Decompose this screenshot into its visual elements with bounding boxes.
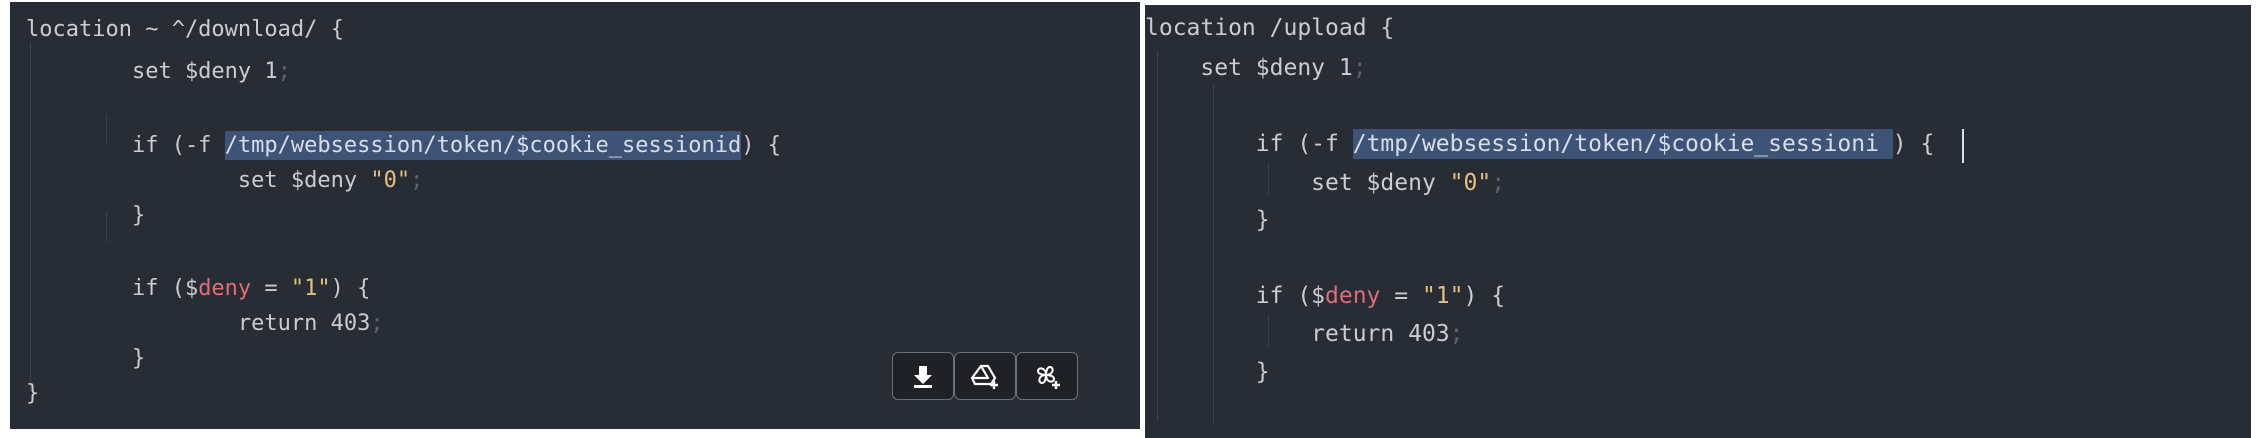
add-to-drive-button[interactable] xyxy=(954,352,1016,400)
code-line: return 403; xyxy=(1145,321,1464,347)
code-text: } xyxy=(26,346,146,371)
code-line: if (-f /tmp/websession/token/$cookie_ses… xyxy=(1145,129,1935,159)
drive-plus-icon xyxy=(970,364,998,389)
code-text: = xyxy=(1380,283,1422,309)
code-line: return 403; xyxy=(26,313,384,335)
code-text: location /upload { xyxy=(1145,15,1395,41)
code-text: ) { xyxy=(1463,283,1506,309)
add-to-photos-button[interactable] xyxy=(1016,352,1078,400)
code-text: } xyxy=(1145,207,1270,233)
code-text: } xyxy=(26,203,146,228)
selected-text: /tmp/websession/token/$cookie_sessioni xyxy=(1352,129,1893,159)
string-token: "0" xyxy=(370,168,411,193)
code-line: location ~ ^/download/ { xyxy=(26,19,344,41)
code-text: set $deny 1 xyxy=(26,59,278,84)
code-line: } xyxy=(1145,209,1270,232)
download-button[interactable] xyxy=(892,352,954,400)
code-text: } xyxy=(1145,359,1270,385)
code-text: ) { xyxy=(330,276,371,301)
code-text: if (-f xyxy=(26,133,225,158)
punctuation-token: ; xyxy=(1449,321,1464,347)
punctuation-token: ; xyxy=(277,59,291,84)
code-text: = xyxy=(251,276,291,301)
code-text: return 403 xyxy=(1145,321,1450,347)
code-text: set $deny 1 xyxy=(1145,55,1353,81)
code-line: set $deny 1; xyxy=(1145,55,1367,81)
code-text: if ($ xyxy=(1145,283,1326,309)
code-text: set $deny xyxy=(26,168,371,193)
punctuation-token: ; xyxy=(1491,170,1506,196)
punctuation-token: ; xyxy=(1352,55,1367,81)
code-text: return 403 xyxy=(26,311,371,336)
code-line: if ($deny = "1") { xyxy=(1145,285,1505,308)
code-line: } xyxy=(26,348,145,370)
text-cursor xyxy=(1962,129,1964,163)
string-token: "1" xyxy=(290,276,331,301)
variable-token: deny xyxy=(1325,283,1381,309)
code-text: if (-f xyxy=(1145,131,1353,157)
code-line: set $deny 1; xyxy=(26,61,291,83)
code-line: if (-f /tmp/websession/token/$cookie_ses… xyxy=(26,131,781,160)
pinwheel-plus-icon xyxy=(1036,365,1060,389)
right-code-panel: location /upload { set $deny 1; if (-f /… xyxy=(1145,5,2251,438)
code-text: } xyxy=(26,381,40,406)
punctuation-token: ; xyxy=(410,168,424,193)
code-text: if ($ xyxy=(26,276,199,301)
code-line: set $deny "0"; xyxy=(1145,172,1505,195)
code-text: set $deny xyxy=(1145,170,1450,196)
code-text: location ~ ^/download/ { xyxy=(26,17,344,42)
code-line: } xyxy=(26,205,145,227)
code-text: ) { xyxy=(1892,131,1935,157)
variable-token: deny xyxy=(198,276,252,301)
string-token: "0" xyxy=(1449,170,1492,196)
punctuation-token: ; xyxy=(370,311,384,336)
selected-text: /tmp/websession/token/$cookie_sessionid xyxy=(224,131,742,160)
code-line: } xyxy=(26,383,39,405)
code-line: if ($deny = "1") { xyxy=(26,278,370,300)
code-line: location /upload { xyxy=(1145,17,1394,40)
code-line: set $deny "0"; xyxy=(26,170,423,192)
code-line: } xyxy=(1145,361,1270,384)
string-token: "1" xyxy=(1421,283,1464,309)
download-arrow-icon xyxy=(914,366,932,388)
code-text: ) { xyxy=(741,133,781,158)
left-code-panel: location ~ ^/download/ { set $deny 1; if… xyxy=(10,2,1140,429)
